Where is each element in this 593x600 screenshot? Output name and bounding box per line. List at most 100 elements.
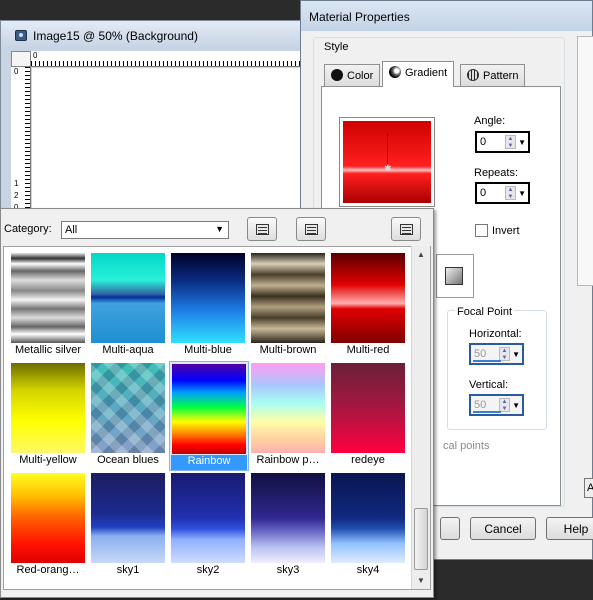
tab-color[interactable]: Color [324, 64, 381, 86]
open-folder-button[interactable] [296, 217, 326, 241]
gradient-cell[interactable]: Multi-blue [169, 251, 249, 361]
gradient-swatch [331, 363, 405, 453]
gradient-swatch [11, 253, 85, 343]
angle-spinbox[interactable]: 0 ▲ ▼ ▼ [475, 131, 530, 153]
dialog-titlebar[interactable]: Material Properties [301, 1, 592, 31]
gradient-name: Rainbow p… [256, 454, 320, 466]
gradient-cell[interactable]: Rainbow [169, 361, 249, 471]
gradient-name: Multi-blue [184, 344, 232, 356]
gradient-cell[interactable]: sky4 [329, 471, 409, 581]
horizontal-spinbox[interactable]: 50 ▲ ▼ ▼ [469, 343, 524, 365]
gradient-name: Red-orang… [16, 564, 80, 576]
help-label: Help [563, 522, 589, 536]
view-options-button[interactable] [247, 217, 277, 241]
dropdown-arrow-icon: ▼ [215, 224, 224, 234]
slider-bar [473, 411, 501, 413]
tab-label: Pattern [483, 70, 519, 82]
help-button[interactable]: Help [546, 517, 593, 540]
right-panel-strip [577, 36, 593, 286]
color-circle-icon [331, 69, 343, 81]
gradient-cell[interactable]: sky1 [89, 471, 169, 581]
gradient-name: redeye [351, 454, 385, 466]
dropdown-arrow-icon[interactable]: ▼ [518, 138, 526, 147]
gradient-swatch [91, 253, 165, 343]
gradient-cell[interactable]: Multi-brown [249, 251, 329, 361]
dropdown-arrow-icon[interactable]: ▼ [512, 350, 520, 359]
vertical-spinbox[interactable]: 50 ▲ ▼ ▼ [469, 394, 524, 416]
gradient-cell[interactable]: redeye [329, 361, 409, 471]
gradient-swatch [11, 363, 85, 453]
category-dropdown[interactable]: All ▼ [61, 221, 229, 239]
gradient-name: Multi-yellow [19, 454, 77, 466]
gradient-swatch [251, 253, 325, 343]
gradient-name: Ocean blues [97, 454, 159, 466]
ruler-top-zero-label: 0 [33, 51, 38, 60]
scroll-down-arrow-icon[interactable]: ▼ [417, 576, 425, 585]
dialog-title: Material Properties [309, 10, 410, 24]
ruler-left-mark: 0 [14, 67, 19, 76]
gradient-angle-handle[interactable] [387, 133, 388, 165]
vertical-label: Vertical: [469, 379, 509, 391]
gradient-swatch [171, 473, 245, 563]
invert-label: Invert [492, 225, 520, 237]
gradient-swatch [251, 363, 325, 453]
horizontal-label: Horizontal: [469, 328, 522, 340]
tab-pattern[interactable]: Pattern [460, 64, 526, 86]
invert-checkbox[interactable] [475, 224, 488, 237]
gradient-center-marker[interactable]: ✱ [384, 163, 392, 173]
tab-label: Gradient [405, 67, 448, 79]
gradient-cell[interactable]: sky2 [169, 471, 249, 581]
right-panel-button[interactable]: A [584, 478, 593, 498]
spin-arrows-icon[interactable]: ▲ ▼ [499, 398, 510, 412]
slider-bar [473, 360, 501, 362]
scroll-up-arrow-icon[interactable]: ▲ [417, 250, 425, 259]
repeats-label: Repeats: [474, 167, 519, 179]
gradient-cell[interactable]: Metallic silver [9, 251, 89, 361]
image-window-titlebar[interactable]: Image15 @ 50% (Background) [1, 21, 304, 49]
gradient-cell[interactable]: Multi-red [329, 251, 409, 361]
gradient-swatch [172, 364, 246, 454]
gradient-preview-fill: ✱ [343, 121, 431, 203]
cancel-button[interactable]: Cancel [470, 517, 536, 540]
folder-icon [305, 224, 318, 235]
gradient-cell[interactable]: sky3 [249, 471, 329, 581]
cancel-label: Cancel [484, 522, 522, 536]
gradient-style-button[interactable] [436, 254, 474, 298]
gradient-name: Metallic silver [14, 344, 81, 356]
gradient-swatch [331, 473, 405, 563]
category-label: Category: [4, 223, 52, 235]
gradient-cell[interactable]: Rainbow p… [249, 361, 329, 471]
gradient-cell[interactable]: Red-orang… [9, 471, 89, 581]
pattern-icon [467, 69, 479, 81]
spin-arrows-icon[interactable]: ▲ ▼ [505, 135, 516, 149]
right-panel-button-label: A [587, 482, 593, 494]
repeats-spinbox[interactable]: 0 ▲ ▼ ▼ [475, 182, 530, 204]
spin-arrows-icon[interactable]: ▲ ▼ [499, 347, 510, 361]
gradient-name: Multi-red [346, 344, 390, 356]
scrollbar-thumb[interactable] [414, 508, 428, 570]
tab-label: Color [347, 70, 374, 82]
resource-manager-button[interactable] [391, 217, 421, 241]
grid-manager-icon [400, 224, 413, 235]
image-document-window[interactable]: Image15 @ 50% (Background) 0 0 1 2 0 [0, 20, 305, 220]
angle-value: 0 [480, 136, 487, 148]
vertical-scrollbar[interactable]: ▲ ▼ [411, 246, 430, 589]
use-focal-points-label: cal points [443, 440, 490, 452]
gradient-circle-icon [389, 66, 401, 78]
dropdown-arrow-icon[interactable]: ▼ [512, 401, 520, 410]
gradient-cell[interactable]: Multi-yellow [9, 361, 89, 471]
horizontal-value: 50 [474, 348, 487, 360]
tab-gradient[interactable]: Gradient [382, 61, 455, 87]
gradient-cell[interactable]: Ocean blues [89, 361, 169, 471]
ok-button[interactable] [440, 517, 460, 540]
ruler-corner [11, 51, 31, 67]
gradient-cell[interactable]: Multi-aqua [89, 251, 169, 361]
gradient-grid: Metallic silver Multi-aqua Multi-blue Multi… [3, 246, 431, 590]
gradient-name: sky1 [116, 564, 140, 576]
dropdown-arrow-icon[interactable]: ▼ [518, 189, 526, 198]
image-canvas[interactable] [32, 68, 302, 218]
gradient-preview-swatch[interactable]: ✱ [339, 117, 435, 207]
spin-arrows-icon[interactable]: ▲ ▼ [505, 186, 516, 200]
gradient-swatch [171, 253, 245, 343]
horizontal-ruler: 0 [31, 51, 301, 67]
